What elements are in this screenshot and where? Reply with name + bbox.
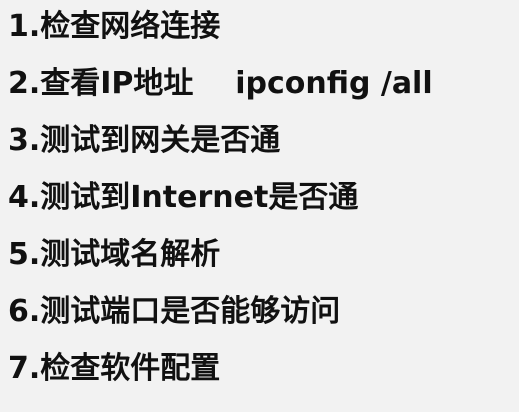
step-item: 7.检查软件配置: [8, 351, 221, 386]
step-item: 6.测试端口是否能够访问: [8, 294, 341, 329]
step-item: 1.检查网络连接: [8, 9, 221, 44]
step-item: 2.查看IP地址 ipconfig /all: [8, 66, 433, 101]
step-item: 4.测试到Internet是否通: [8, 180, 359, 215]
slide: 1.检查网络连接 2.查看IP地址 ipconfig /all 3.测试到网关是…: [0, 0, 519, 412]
step-item: 5.测试域名解析: [8, 237, 221, 272]
step-item: 3.测试到网关是否通: [8, 123, 281, 158]
troubleshooting-steps-list: 1.检查网络连接 2.查看IP地址 ipconfig /all 3.测试到网关是…: [8, 0, 513, 399]
